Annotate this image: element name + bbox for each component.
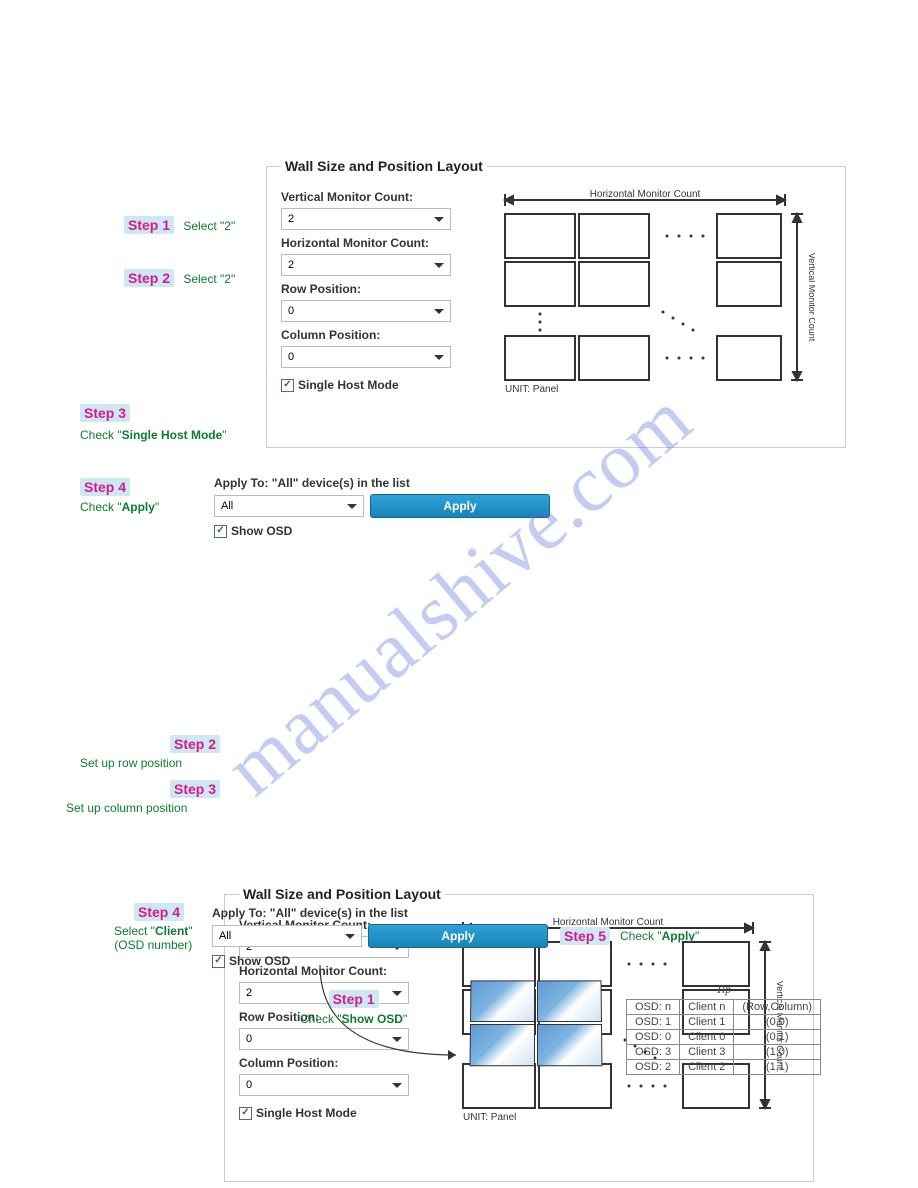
single-host-label-2: Single Host Mode: [256, 1106, 357, 1120]
caret-icon: [434, 217, 444, 222]
hmc-label-1: Horizontal Monitor Count:: [281, 236, 471, 250]
tip-table: OSD: n Client n (Row,Column) OSD: 1 Clie…: [626, 999, 821, 1075]
monitor-layout-diagram-1: Horizontal Monitor Count: [485, 184, 815, 394]
col-value-1: 0: [288, 351, 294, 363]
step2b-badge: Step 2: [170, 735, 220, 753]
osd-thumbnail-grid: [470, 980, 603, 1066]
osd-thumbnail: [537, 1024, 602, 1066]
svg-text:UNIT: Panel: UNIT: Panel: [505, 384, 558, 394]
row-value-2: 0: [246, 1033, 252, 1045]
caret-icon: [347, 504, 357, 509]
tip-title: Tip: [626, 982, 821, 997]
step2a-note: Select "2": [183, 272, 235, 286]
osd-thumbnail: [470, 980, 535, 1022]
show-osd-checkbox-2[interactable]: ✓: [212, 955, 225, 968]
tip-row: OSD: 1 Client 1 (0,0): [627, 1015, 821, 1030]
col-select-1[interactable]: 0: [281, 346, 451, 368]
single-host-checkbox-2[interactable]: ✓: [239, 1107, 252, 1120]
apply1-select-value: All: [221, 500, 233, 512]
step4a-note-suffix: ": [155, 500, 159, 514]
osd-thumbnail: [537, 980, 602, 1022]
caret-icon: [434, 263, 444, 268]
tip-row: OSD: 3 Client 3 (1,0): [627, 1045, 821, 1060]
step5b-badge: Step 5: [560, 927, 610, 945]
tip-header: (Row,Column): [734, 1000, 821, 1015]
arrow-to-screens: [306, 965, 476, 1075]
svg-text:UNIT: Panel: UNIT: Panel: [463, 1112, 516, 1122]
caret-icon: [392, 1083, 402, 1088]
tip-header: Client n: [680, 1000, 734, 1015]
step2b-note: Set up row position: [80, 756, 182, 770]
apply2-select[interactable]: All: [212, 925, 362, 947]
step3b-badge: Step 3: [170, 780, 220, 798]
step3a-note-prefix: Check ": [80, 428, 122, 442]
step2a-badge: Step 2: [124, 269, 174, 287]
caret-icon: [434, 309, 444, 314]
row-value-1: 0: [288, 305, 294, 317]
panel1-legend: Wall Size and Position Layout: [281, 158, 487, 174]
vmc-value-1: 2: [288, 213, 294, 225]
hmc-select-1[interactable]: 2: [281, 254, 451, 276]
svg-text:Vertical Monitor Count: Vertical Monitor Count: [807, 253, 815, 342]
step4a-badge: Step 4: [80, 478, 130, 496]
tip-row: OSD: 0 Client 0 (0,1): [627, 1030, 821, 1045]
svg-text:Horizontal Monitor Count: Horizontal Monitor Count: [590, 189, 701, 200]
step4b-note-line2: (OSD number): [114, 938, 193, 952]
tip-header: OSD: n: [627, 1000, 680, 1015]
step3a-badge: Step 3: [80, 404, 130, 422]
col-select-2[interactable]: 0: [239, 1074, 409, 1096]
step5b-note-suffix: ": [695, 929, 699, 943]
step4a-note-bold: Apply: [122, 500, 155, 514]
step4b-note-bold: Client: [155, 924, 188, 938]
vmc-label-1: Vertical Monitor Count:: [281, 190, 471, 204]
caret-icon: [434, 355, 444, 360]
step3a-note-bold: Single Host Mode: [122, 428, 223, 442]
step4b-note-prefix: Select ": [114, 924, 155, 938]
show-osd-checkbox-1[interactable]: ✓: [214, 525, 227, 538]
show-osd-label-1: Show OSD: [231, 524, 292, 538]
col-label-1: Column Position:: [281, 328, 471, 342]
apply1-select[interactable]: All: [214, 495, 364, 517]
panel2-legend: Wall Size and Position Layout: [239, 886, 445, 902]
apply1-button[interactable]: Apply: [370, 494, 550, 518]
step3b-note: Set up column position: [66, 801, 187, 815]
step4a-note-prefix: Check ": [80, 500, 122, 514]
vmc-select-1[interactable]: 2: [281, 208, 451, 230]
apply2-title: Apply To: "All" device(s) in the list: [212, 906, 699, 920]
single-host-checkbox-1[interactable]: ✓: [281, 379, 294, 392]
show-osd-label-2: Show OSD: [229, 954, 290, 968]
row-label-1: Row Position:: [281, 282, 471, 296]
hmc-value-1: 2: [288, 259, 294, 271]
step5b-note-prefix: Check ": [620, 929, 662, 943]
step4b-note-suffix: ": [188, 924, 192, 938]
step1a-badge: Step 1: [124, 216, 174, 234]
caret-icon: [345, 934, 355, 939]
osd-thumbnail: [470, 1024, 535, 1066]
step5b-note-bold: Apply: [662, 929, 695, 943]
apply2-button[interactable]: Apply: [368, 924, 548, 948]
col-value-2: 0: [246, 1079, 252, 1091]
apply1-title: Apply To: "All" device(s) in the list: [214, 476, 550, 490]
row-select-1[interactable]: 0: [281, 300, 451, 322]
step4b-badge: Step 4: [134, 903, 184, 921]
panel1: Wall Size and Position Layout Vertical M…: [266, 158, 846, 448]
apply2-select-value: All: [219, 930, 231, 942]
step3a-note-suffix: ": [222, 428, 226, 442]
step1a-note: Select "2": [183, 219, 235, 233]
tip-row: OSD: 2 Client 2 (1,1): [627, 1060, 821, 1075]
hmc-value-2: 2: [246, 987, 252, 999]
single-host-label-1: Single Host Mode: [298, 378, 399, 392]
